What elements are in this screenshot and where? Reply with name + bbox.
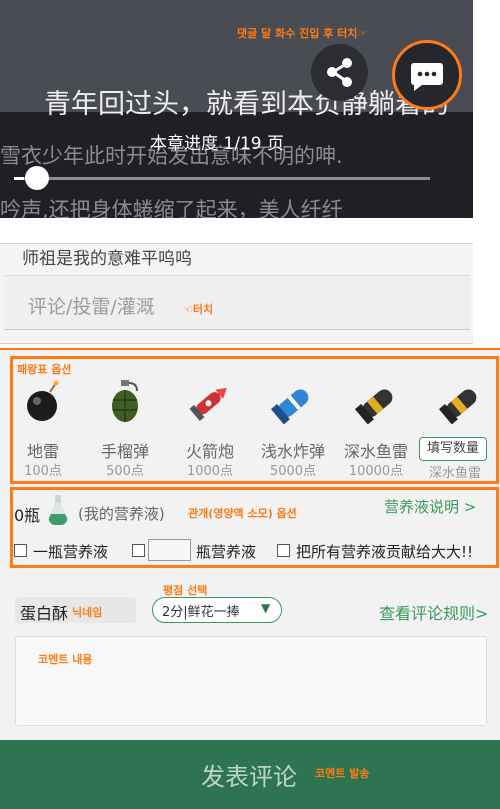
bomb-name-4: 浅水炸弹 [260, 442, 325, 461]
comment-content-field[interactable] [15, 636, 487, 726]
chapter-progress-label: 本章进度 1/19 页 [150, 134, 284, 154]
panel-top-border [0, 348, 500, 350]
nutrient-bottle-icon [46, 494, 70, 526]
nutrient-all-checkbox[interactable] [277, 544, 290, 557]
nutrient-one-label: 一瓶营养液 [33, 543, 109, 561]
bomb-name-5: 深水鱼雷 [343, 442, 408, 461]
comment-content-annotation: 코멘트 내용 [38, 653, 93, 666]
nutrient-count: 0瓶 [14, 506, 41, 525]
bomb-name-1: 地雷 [26, 442, 59, 461]
reader-text-line-1: 青年回过头，就看到本负静躺着的 [44, 89, 449, 120]
nutrient-explain-link[interactable]: 营养液说明 > [384, 496, 476, 517]
torpedo-icon[interactable] [354, 380, 404, 425]
blue-bomb-icon[interactable] [270, 380, 320, 425]
submit-comment-label: 发表评论 [201, 763, 297, 791]
nutrient-all-label: 把所有营养液贡献给大大!! [296, 543, 474, 561]
bomb-name-2: 手榴弹 [100, 442, 149, 461]
nutrient-custom-label: 瓶营养液 [196, 543, 257, 561]
rating-value: 2分|鲜花一捧 [162, 605, 240, 620]
nutrient-one-checkbox[interactable] [14, 544, 27, 557]
black-bomb-icon[interactable] [18, 380, 68, 424]
nutrient-annotation: 관개(영양액 소모) 옵션 [188, 507, 297, 520]
torpedo-icon-extra[interactable] [438, 380, 488, 425]
grenade-icon[interactable] [105, 378, 145, 424]
comment-annotation: 댓글 달 화수 진입 후 터치☞ [237, 27, 368, 40]
comment-rules-link[interactable]: 查看评论规则> [379, 600, 488, 624]
progress-thumb[interactable] [25, 166, 49, 190]
nickname-value: 蛋白酥 [20, 604, 69, 623]
share-button[interactable] [311, 44, 368, 101]
bomb-options-annotation: 패왕표 옵션 [17, 363, 72, 376]
share-icon [327, 58, 352, 87]
bomb-price-1: 100点 [24, 464, 62, 479]
comment-input-placeholder: 评论/投雷/灌溉 [28, 296, 155, 318]
bomb-name-3: 火箭炮 [185, 442, 234, 461]
bomb-price-5: 10000点 [348, 464, 404, 479]
submit-annotation: 코멘트 발송 [315, 767, 370, 780]
progress-fill [14, 177, 24, 180]
bomb-price-2: 500点 [106, 464, 144, 479]
nickname-annotation: 닉네임 [72, 606, 103, 619]
bomb-price-3: 1000点 [186, 464, 234, 479]
rocket-icon[interactable] [186, 380, 234, 424]
progress-track[interactable] [20, 177, 430, 180]
chevron-down-icon: ▼ [261, 601, 271, 615]
reader-panel: 青年回过头，就看到本负静躺着的 雪衣少年此时开始发出意味不明的呻. 吟声,还把身… [0, 0, 473, 218]
nutrient-quantity-input[interactable] [148, 539, 191, 561]
nutrient-custom-checkbox[interactable] [132, 544, 145, 557]
bomb-name-6: 深水鱼雷 [428, 466, 481, 481]
rating-annotation: 평점 선택 [163, 584, 208, 597]
bomb-price-4: 5000点 [269, 464, 317, 479]
reader-text-line-3: 吟声,还把身体蜷缩了起来，美人纤纤 [0, 198, 343, 218]
previous-comment-text: 师祖是我的意难平呜呜 [22, 249, 192, 269]
comment-input-annotation: ☜터치 [183, 303, 214, 316]
nutrient-mine-label: (我的营养液) [78, 505, 165, 523]
comment-icon [411, 63, 443, 91]
comment-button[interactable] [392, 40, 462, 110]
fill-quantity-button[interactable]: 填写数量 [419, 437, 487, 461]
